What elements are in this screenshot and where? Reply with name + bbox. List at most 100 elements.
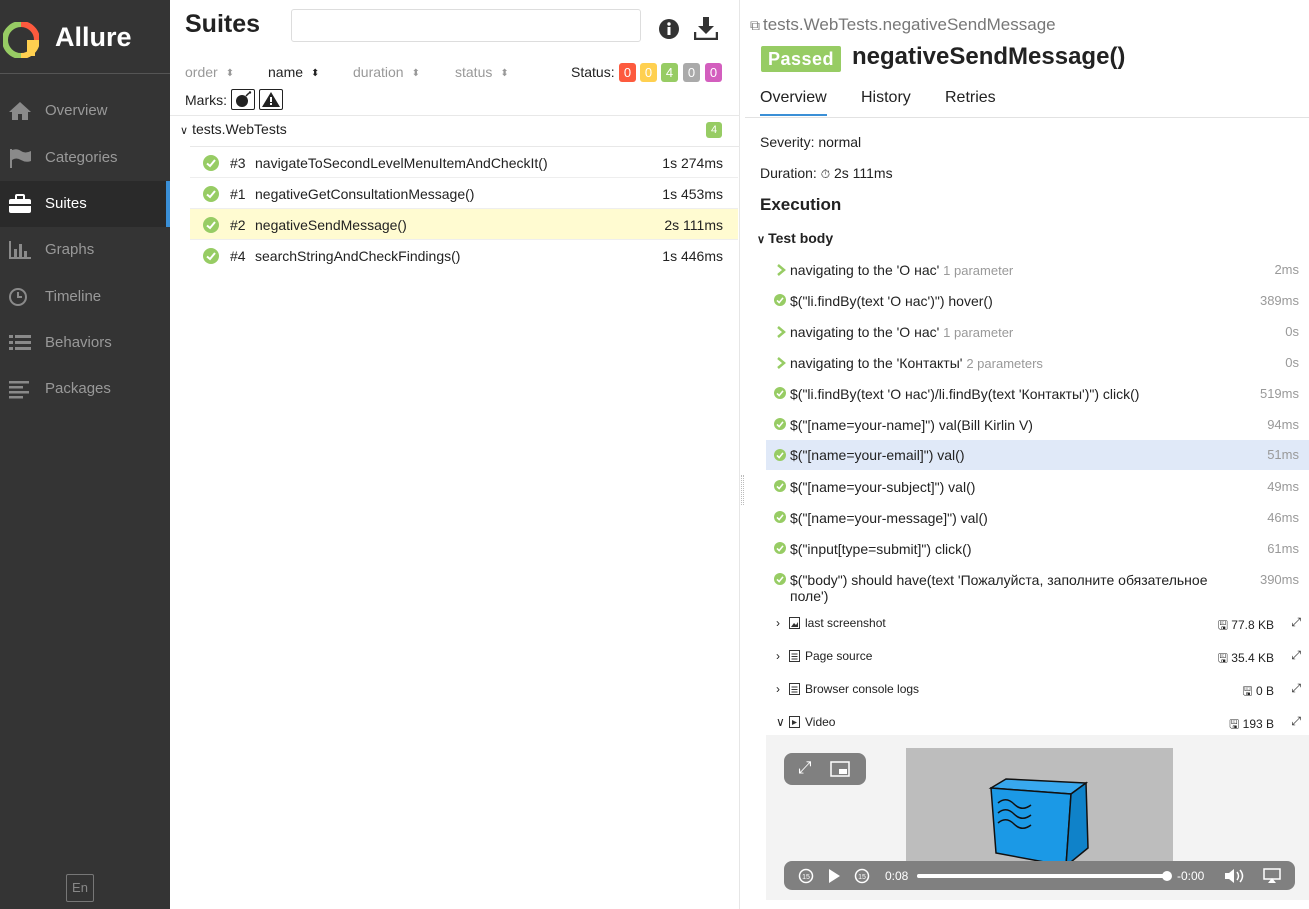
test-row[interactable]: #1 negativeGetConsultationMessage() 1s 4… xyxy=(190,178,738,209)
expand-icon[interactable]: ⤢ xyxy=(1291,714,1301,729)
chevron-right-icon xyxy=(777,326,786,338)
sort-by-status[interactable]: status ⬍ xyxy=(455,64,509,80)
video-scrubber-handle[interactable] xyxy=(1162,871,1172,881)
attachment-row[interactable]: › last screenshot 🖫 77.8 KB ⤢ xyxy=(766,615,1309,640)
new-failed-mark-toggle[interactable] xyxy=(259,89,283,110)
chevron-down-icon: ∨ xyxy=(757,234,766,246)
save-icon: 🖫 xyxy=(1217,651,1228,665)
video-control-bar: 15 15 0:08 -0:00 xyxy=(784,861,1295,890)
sort-by-duration[interactable]: duration ⬍ xyxy=(353,64,420,80)
info-icon[interactable] xyxy=(658,18,680,40)
attachment-row[interactable]: › Browser console logs 🖫 0 B ⤢ xyxy=(766,681,1309,706)
skip-forward-15-icon[interactable]: 15 xyxy=(854,868,870,884)
warning-icon xyxy=(262,92,280,107)
nav-item-overview[interactable]: Overview xyxy=(0,88,170,134)
step-row[interactable]: navigating to the 'Контакты' 2 parameter… xyxy=(766,355,1309,386)
nav-item-categories[interactable]: Categories xyxy=(0,135,170,181)
suite-group-header[interactable]: ∨ tests.WebTests xyxy=(180,121,287,137)
test-row-selected[interactable]: #2 negativeSendMessage() 2s 111ms xyxy=(190,209,738,240)
tab-overview[interactable]: Overview xyxy=(760,89,827,116)
search-input[interactable] xyxy=(291,9,641,42)
step-row[interactable]: navigating to the 'О нас' 1 parameter 0s xyxy=(766,324,1309,355)
video-progress-fill xyxy=(917,874,1167,878)
video-progress-track[interactable] xyxy=(917,871,1172,881)
attachment-row[interactable]: › Page source 🖫 35.4 KB ⤢ xyxy=(766,648,1309,673)
volume-icon[interactable] xyxy=(1224,868,1246,884)
chevron-down-icon: ∨ xyxy=(776,715,785,729)
test-body-toggle[interactable]: ∨ Test body xyxy=(757,230,833,246)
step-duration: 390ms xyxy=(1259,572,1299,587)
execution-heading: Execution xyxy=(760,195,842,214)
passed-check-icon xyxy=(774,573,786,585)
step-row[interactable]: $("input[type=submit]") click() 61ms xyxy=(766,541,1309,572)
bar-chart-icon xyxy=(9,241,31,259)
step-row[interactable]: $("li.findBy(text 'О нас')") hover() 389… xyxy=(766,293,1309,324)
text-file-icon xyxy=(789,650,800,662)
status-skipped-count[interactable]: 0 xyxy=(683,63,700,82)
tab-retries[interactable]: Retries xyxy=(945,89,996,107)
status-badge: Passed xyxy=(761,46,841,72)
step-row-selected[interactable]: $("[name=your-email]") val() 51ms xyxy=(766,440,1309,470)
severity-text: Severity: normal xyxy=(760,134,862,150)
status-unknown-count[interactable]: 0 xyxy=(705,63,722,82)
play-icon[interactable] xyxy=(827,868,841,884)
nav-item-graphs[interactable]: Graphs xyxy=(0,227,170,273)
sort-arrows-icon: ⬍ xyxy=(225,68,235,79)
passed-check-icon xyxy=(774,480,786,492)
nav-item-behaviors[interactable]: Behaviors xyxy=(0,320,170,366)
logo[interactable]: Allure xyxy=(0,0,170,74)
nav-item-suites[interactable]: Suites xyxy=(0,181,170,227)
video-frame[interactable] xyxy=(906,748,1173,863)
sort-label: status xyxy=(455,64,493,80)
download-icon[interactable] xyxy=(694,16,718,40)
nav-item-packages[interactable]: Packages xyxy=(0,366,170,412)
tab-history[interactable]: History xyxy=(861,89,911,107)
sort-by-name[interactable]: name ⬍ xyxy=(268,64,319,80)
sort-by-order[interactable]: order ⬍ xyxy=(185,64,234,80)
test-row[interactable]: #4 searchStringAndCheckFindings() 1s 446… xyxy=(190,240,738,271)
status-failed-count[interactable]: 0 xyxy=(619,63,636,82)
passed-check-icon xyxy=(774,418,786,430)
marks-label: Marks: xyxy=(185,92,227,108)
status-passed-count[interactable]: 4 xyxy=(661,63,678,82)
flaky-mark-toggle[interactable] xyxy=(231,89,255,110)
pane-splitter-handle[interactable] xyxy=(741,475,744,505)
fullscreen-icon[interactable]: ⤢ xyxy=(798,758,812,778)
step-row[interactable]: $("li.findBy(text 'О нас')/li.findBy(tex… xyxy=(766,386,1309,417)
passed-check-icon xyxy=(203,217,219,233)
airplay-icon[interactable] xyxy=(1263,868,1281,884)
attachment-name: last screenshot xyxy=(805,616,886,630)
skip-back-15-icon[interactable]: 15 xyxy=(798,868,814,884)
test-duration: 2s 111ms xyxy=(664,217,723,233)
step-row[interactable]: $("[name=your-message]") val() 46ms xyxy=(766,510,1309,541)
svg-text:15: 15 xyxy=(858,874,866,881)
save-icon: 🖫 xyxy=(1229,717,1240,731)
step-row[interactable]: $("[name=your-subject]") val() 49ms xyxy=(766,479,1309,510)
test-number: #4 xyxy=(230,248,246,264)
expand-icon[interactable]: ⤢ xyxy=(1291,648,1301,663)
passed-check-icon xyxy=(774,542,786,554)
expand-icon[interactable]: ⤢ xyxy=(1291,681,1301,696)
test-row[interactable]: #3 navigateToSecondLevelMenuItemAndCheck… xyxy=(190,147,738,178)
test-duration: 1s 446ms xyxy=(662,248,723,264)
allure-report-app: Allure Overview Categories Suites Graphs… xyxy=(0,0,1309,909)
picture-in-picture-icon[interactable] xyxy=(830,761,850,777)
step-text: $("li.findBy(text 'О нас')") hover() xyxy=(790,293,993,309)
copy-icon[interactable]: ⧉ xyxy=(750,17,760,33)
breadcrumb[interactable]: ⧉ tests.WebTests.negativeSendMessage xyxy=(750,15,1056,35)
clock-icon: ⏱ xyxy=(820,167,831,181)
video-player[interactable]: ⤢ 15 15 0:08 -0:00 xyxy=(766,735,1309,900)
test-name: searchStringAndCheckFindings() xyxy=(255,248,461,264)
status-broken-count[interactable]: 0 xyxy=(640,63,657,82)
step-duration: 61ms xyxy=(1267,541,1299,556)
passed-check-icon xyxy=(203,248,219,264)
expand-icon[interactable]: ⤢ xyxy=(1291,615,1301,630)
language-button[interactable]: En xyxy=(66,874,94,902)
test-title: negativeSendMessage() xyxy=(852,43,1126,70)
attachment-size: 35.4 KB xyxy=(1231,651,1274,665)
step-duration: 0s xyxy=(1285,324,1299,339)
step-row[interactable]: $("body") should have(text 'Пожалуйста, … xyxy=(766,572,1309,608)
step-text: navigating to the 'О нас' xyxy=(790,324,940,340)
nav-item-timeline[interactable]: Timeline xyxy=(0,274,170,320)
step-row[interactable]: navigating to the 'О нас' 1 parameter 2m… xyxy=(766,262,1309,293)
